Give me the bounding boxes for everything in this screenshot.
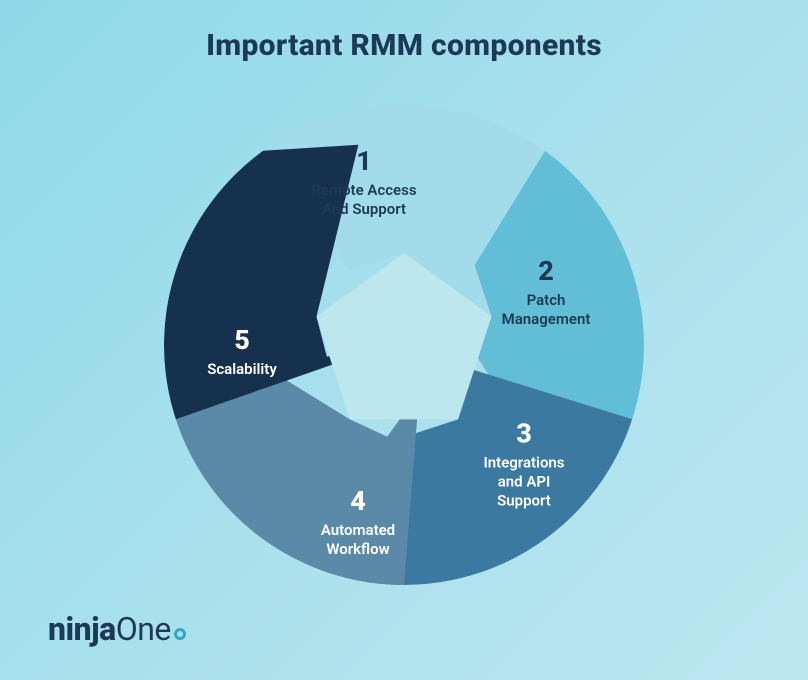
logo-part-ninja: ninja bbox=[48, 610, 116, 648]
wheel-svg bbox=[164, 105, 644, 585]
rmm-wheel: 1 Remote AccessAnd Support 2 PatchManage… bbox=[164, 105, 644, 585]
ninjaone-logo: ninjaOne bbox=[48, 610, 186, 648]
diagram-title: Important RMM components bbox=[0, 28, 808, 63]
logo-dot-icon bbox=[174, 628, 186, 640]
logo-part-one: One bbox=[116, 610, 171, 648]
